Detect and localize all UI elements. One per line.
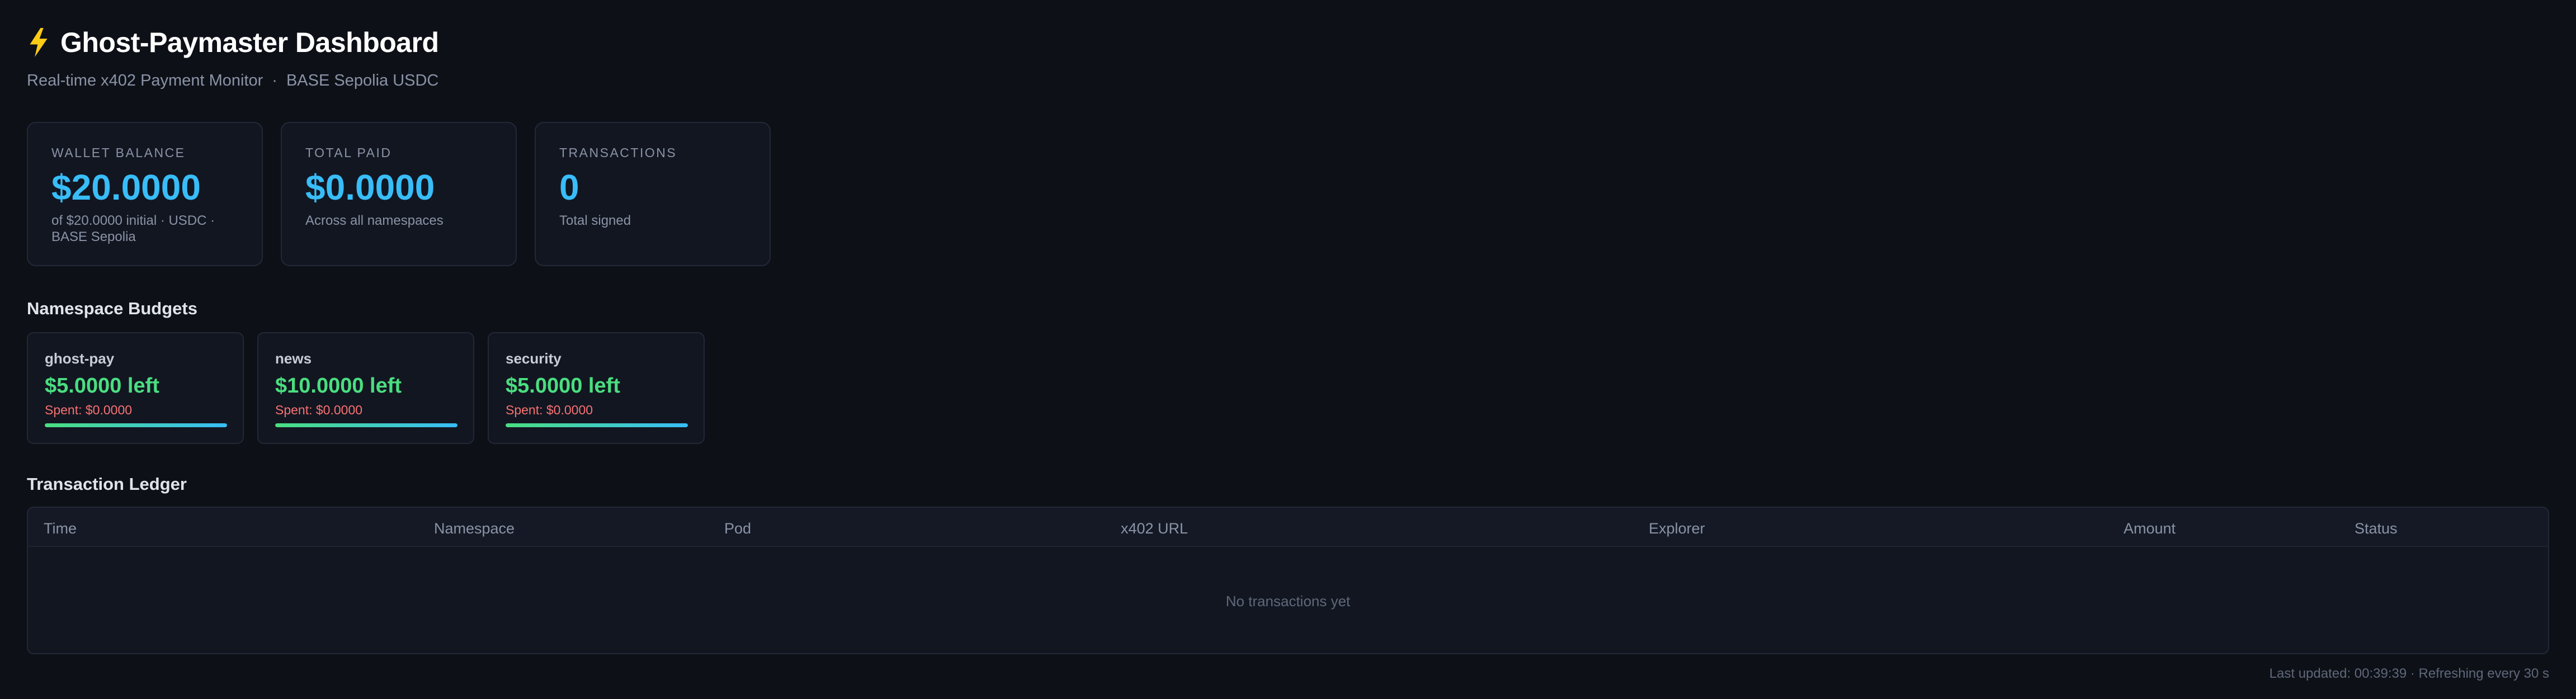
page-title: Ghost-Paymaster Dashboard xyxy=(60,27,439,58)
stat-label: WALLET BALANCE xyxy=(51,145,186,160)
column-header-x402-url[interactable]: x402 URL xyxy=(1121,520,1188,537)
page-subtitle: Real-time x402 Payment Monitor · BASE Sepo… xyxy=(27,72,2549,90)
table-header: Time Namespace Pod x402 URL Explorer Amo… xyxy=(28,508,2548,547)
total-paid-card: TOTAL PAID $0.0000 Across all namespaces xyxy=(281,122,517,266)
transactions-card: TRANSACTIONS 0 Total signed xyxy=(535,122,771,266)
column-header-pod[interactable]: Pod xyxy=(724,520,751,537)
column-header-status[interactable]: Status xyxy=(2355,520,2398,537)
stat-value: $0.0000 xyxy=(305,167,435,207)
namespace-budgets-title: Namespace Budgets xyxy=(27,299,197,318)
subtitle-separator: · xyxy=(272,72,277,89)
stat-label: TOTAL PAID xyxy=(305,145,392,160)
budget-progress-fill xyxy=(506,423,688,427)
budget-name: security xyxy=(506,350,562,367)
stat-description: of $20.0000 initial · USDC · BASE Sepoli… xyxy=(51,213,215,244)
budget-progress-bar xyxy=(275,423,457,427)
column-header-time[interactable]: Time xyxy=(44,520,77,537)
budget-card-ghost-pay: ghost-pay $5.0000 left Spent: $0.0000 xyxy=(27,332,244,444)
lightning-bolt-icon xyxy=(30,28,48,57)
budget-card-news: news $10.0000 left Spent: $0.0000 xyxy=(257,332,474,444)
last-updated-status: Last updated: 00:39:39 · Refreshing ever… xyxy=(2269,666,2549,681)
budget-name: news xyxy=(275,350,312,367)
subtitle-network: BASE Sepolia USDC xyxy=(286,72,439,89)
budget-progress-bar xyxy=(45,423,227,427)
budget-spent: Spent: $0.0000 xyxy=(506,403,593,417)
budget-name: ghost-pay xyxy=(45,350,115,367)
budget-spent: Spent: $0.0000 xyxy=(275,403,363,417)
column-header-namespace[interactable]: Namespace xyxy=(434,520,515,537)
budget-remaining: $10.0000 left xyxy=(275,374,402,398)
transaction-ledger-table: Time Namespace Pod x402 URL Explorer Amo… xyxy=(27,507,2549,654)
header: Ghost-Paymaster Dashboard xyxy=(27,26,2549,59)
budget-remaining: $5.0000 left xyxy=(506,374,620,398)
wallet-balance-card: WALLET BALANCE $20.0000 of $20.0000 init… xyxy=(27,122,263,266)
budget-progress-fill xyxy=(275,423,457,427)
budget-spent: Spent: $0.0000 xyxy=(45,403,133,417)
empty-state: No transactions yet xyxy=(1225,592,1351,610)
column-header-explorer[interactable]: Explorer xyxy=(1649,520,1705,537)
budget-progress-bar xyxy=(506,423,688,427)
subtitle-monitor: Real-time x402 Payment Monitor xyxy=(27,72,263,89)
budget-progress-fill xyxy=(45,423,227,427)
stat-description: Total signed xyxy=(559,213,631,228)
stat-label: TRANSACTIONS xyxy=(559,145,677,160)
budget-card-security: security $5.0000 left Spent: $0.0000 xyxy=(488,332,705,444)
budget-remaining: $5.0000 left xyxy=(45,374,159,398)
stat-value: $20.0000 xyxy=(51,167,201,207)
dashboard: Ghost-Paymaster Dashboard Real-time x402… xyxy=(0,0,2576,699)
stat-description: Across all namespaces xyxy=(305,213,444,228)
stat-cards: WALLET BALANCE $20.0000 of $20.0000 init… xyxy=(27,122,2549,266)
stat-value: 0 xyxy=(559,167,579,207)
transaction-ledger-title: Transaction Ledger xyxy=(27,474,187,494)
namespace-budgets: ghost-pay $5.0000 left Spent: $0.0000 ne… xyxy=(27,332,2549,444)
column-header-amount[interactable]: Amount xyxy=(2124,520,2176,537)
